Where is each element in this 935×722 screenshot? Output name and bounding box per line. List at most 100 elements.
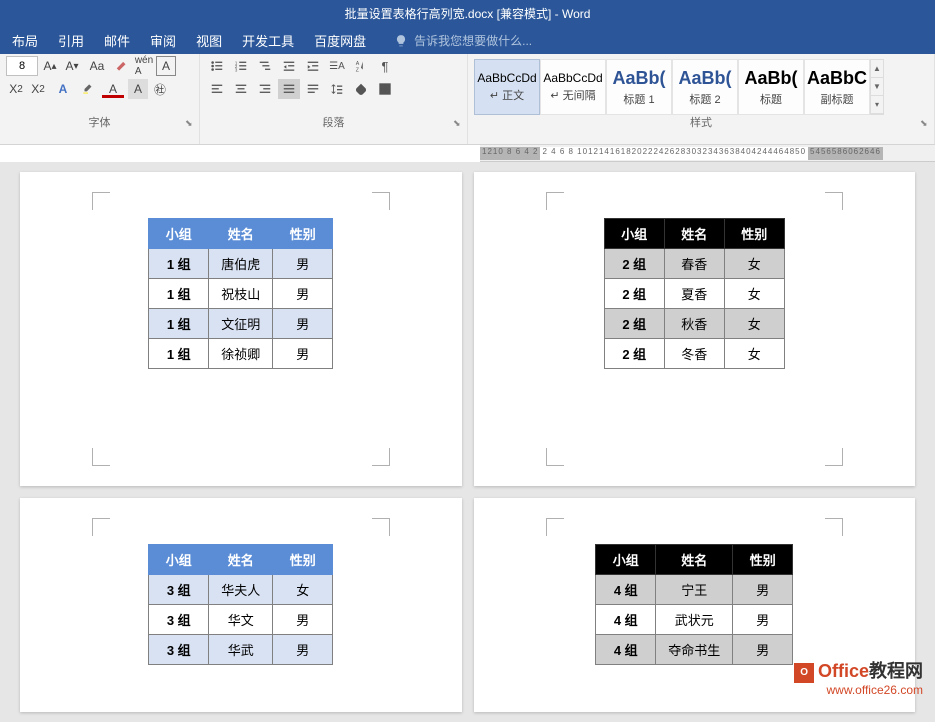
style-normal[interactable]: AaBbCcDd ↵ 正文 <box>474 59 540 115</box>
tab-mailings[interactable]: 邮件 <box>104 31 130 50</box>
table-header[interactable]: 小组 <box>604 219 664 249</box>
margin-corner-icon <box>546 518 564 536</box>
style-heading2[interactable]: AaBb( 标题 2 <box>672 59 738 115</box>
clear-formatting-button[interactable] <box>112 56 132 76</box>
style-nospacing[interactable]: AaBbCcDd ↵ 无间隔 <box>540 59 606 115</box>
multilevel-list-button[interactable] <box>254 56 276 76</box>
font-dialog-launcher[interactable]: ⬊ <box>185 118 195 128</box>
tab-view[interactable]: 视图 <box>196 31 222 50</box>
shading-button[interactable] <box>350 79 372 99</box>
decrease-indent-button[interactable] <box>278 56 300 76</box>
increase-indent-button[interactable] <box>302 56 324 76</box>
bullets-button[interactable] <box>206 56 228 76</box>
table-header[interactable]: 姓名 <box>656 545 733 575</box>
style-subtitle[interactable]: AaBbC 副标题 <box>804 59 870 115</box>
ribbon-tabs: 布局 引用 邮件 审阅 视图 开发工具 百度网盘 告诉我您想要做什么... <box>0 27 935 54</box>
table-header[interactable]: 性别 <box>273 219 333 249</box>
character-shading-button[interactable]: A <box>128 79 148 99</box>
table-row[interactable]: 1 组祝枝山男 <box>149 279 333 309</box>
sort-button[interactable]: AZ <box>350 56 372 76</box>
table-header[interactable]: 小组 <box>596 545 656 575</box>
styles-gallery: AaBbCcDd ↵ 正文 AaBbCcDd ↵ 无间隔 AaBb( 标题 1 … <box>474 56 928 115</box>
tell-me-search[interactable]: 告诉我您想要做什么... <box>394 32 532 49</box>
table-header[interactable]: 姓名 <box>209 219 273 249</box>
page-2[interactable]: 小组 姓名 性别 2 组春香女 2 组夏香女 2 组秋香女 2 组冬香女 <box>474 172 916 486</box>
distribute-button[interactable] <box>302 79 324 99</box>
table-row[interactable]: 3 组华文男 <box>149 605 333 635</box>
paragraph-dialog-launcher[interactable]: ⬊ <box>453 118 463 128</box>
table-row[interactable]: 4 组武状元男 <box>596 605 793 635</box>
table-1[interactable]: 小组 姓名 性别 1 组唐伯虎男 1 组祝枝山男 1 组文征明男 1 组徐祯卿男 <box>148 218 333 369</box>
table-2[interactable]: 小组 姓名 性别 2 组春香女 2 组夏香女 2 组秋香女 2 组冬香女 <box>604 218 785 369</box>
font-size-input[interactable]: 8 <box>6 56 38 76</box>
justify-button[interactable] <box>278 79 300 99</box>
align-left-button[interactable] <box>206 79 228 99</box>
change-case-button[interactable]: Aa <box>84 56 110 76</box>
horizontal-ruler[interactable]: 1210 8 6 4 2 2 4 6 8 1012141618202224262… <box>480 145 935 162</box>
enclose-characters-button[interactable]: ㊓ <box>150 79 170 99</box>
table-row[interactable]: 4 组夺命书生男 <box>596 635 793 665</box>
svg-text:A: A <box>356 61 360 67</box>
superscript-button[interactable]: X2 <box>28 79 48 99</box>
font-color-button[interactable]: A <box>100 79 126 99</box>
show-marks-button[interactable]: ¶ <box>374 56 396 76</box>
styles-dialog-launcher[interactable]: ⬊ <box>920 118 930 128</box>
page-3[interactable]: 小组 姓名 性别 3 组华夫人女 3 组华文男 3 组华武男 <box>20 498 462 712</box>
table-header[interactable]: 小组 <box>149 545 209 575</box>
table-header[interactable]: 姓名 <box>209 545 273 575</box>
table-row[interactable]: 1 组唐伯虎男 <box>149 249 333 279</box>
numbering-button[interactable]: 123 <box>230 56 252 76</box>
tab-baidu[interactable]: 百度网盘 <box>314 31 366 50</box>
margin-corner-icon <box>372 192 390 210</box>
margin-corner-icon <box>825 448 843 466</box>
svg-text:3: 3 <box>235 67 238 72</box>
table-header[interactable]: 姓名 <box>664 219 724 249</box>
style-title[interactable]: AaBb( 标题 <box>738 59 804 115</box>
margin-corner-icon <box>92 518 110 536</box>
page-1[interactable]: 小组 姓名 性别 1 组唐伯虎男 1 组祝枝山男 1 组文征明男 1 组徐祯卿男 <box>20 172 462 486</box>
text-direction-button[interactable]: ☰A <box>326 56 348 76</box>
table-header[interactable]: 性别 <box>724 219 784 249</box>
tab-layout[interactable]: 布局 <box>12 31 38 50</box>
table-row[interactable]: 1 组文征明男 <box>149 309 333 339</box>
margin-corner-icon <box>92 448 110 466</box>
highlight-button[interactable] <box>78 79 98 99</box>
table-4[interactable]: 小组 姓名 性别 4 组宁王男 4 组武状元男 4 组夺命书生男 <box>595 544 793 665</box>
office-logo-icon: O <box>794 663 814 683</box>
margin-corner-icon <box>372 448 390 466</box>
table-row[interactable]: 2 组春香女 <box>604 249 784 279</box>
styles-scroll-down[interactable]: ▼ <box>871 78 883 96</box>
table-row[interactable]: 3 组华武男 <box>149 635 333 665</box>
styles-expand[interactable]: ▾ <box>871 96 883 114</box>
table-header[interactable]: 性别 <box>273 545 333 575</box>
increase-font-button[interactable]: A▴ <box>40 56 60 76</box>
styles-scroll-up[interactable]: ▲ <box>871 60 883 78</box>
subscript-button[interactable]: X2 <box>6 79 26 99</box>
tab-review[interactable]: 审阅 <box>150 31 176 50</box>
table-row[interactable]: 2 组夏香女 <box>604 279 784 309</box>
align-center-button[interactable] <box>230 79 252 99</box>
table-header[interactable]: 小组 <box>149 219 209 249</box>
tab-references[interactable]: 引用 <box>58 31 84 50</box>
text-effects-button[interactable]: A <box>50 79 76 99</box>
document-area[interactable]: 小组 姓名 性别 1 组唐伯虎男 1 组祝枝山男 1 组文征明男 1 组徐祯卿男… <box>0 162 935 722</box>
styles-group: AaBbCcDd ↵ 正文 AaBbCcDd ↵ 无间隔 AaBb( 标题 1 … <box>468 54 935 144</box>
margin-corner-icon <box>546 448 564 466</box>
styles-scroll: ▲ ▼ ▾ <box>870 59 884 115</box>
table-row[interactable]: 1 组徐祯卿男 <box>149 339 333 369</box>
style-heading1[interactable]: AaBb( 标题 1 <box>606 59 672 115</box>
table-row[interactable]: 4 组宁王男 <box>596 575 793 605</box>
tab-developer[interactable]: 开发工具 <box>242 31 294 50</box>
borders-button[interactable] <box>374 79 396 99</box>
align-right-button[interactable] <box>254 79 276 99</box>
character-border-button[interactable]: A <box>156 56 176 76</box>
decrease-font-button[interactable]: A▾ <box>62 56 82 76</box>
table-3[interactable]: 小组 姓名 性别 3 组华夫人女 3 组华文男 3 组华武男 <box>148 544 333 665</box>
font-group-label: 字体 <box>0 114 199 130</box>
table-header[interactable]: 性别 <box>733 545 793 575</box>
table-row[interactable]: 3 组华夫人女 <box>149 575 333 605</box>
phonetic-guide-button[interactable]: wénA <box>134 56 154 76</box>
line-spacing-button[interactable] <box>326 79 348 99</box>
table-row[interactable]: 2 组冬香女 <box>604 339 784 369</box>
table-row[interactable]: 2 组秋香女 <box>604 309 784 339</box>
